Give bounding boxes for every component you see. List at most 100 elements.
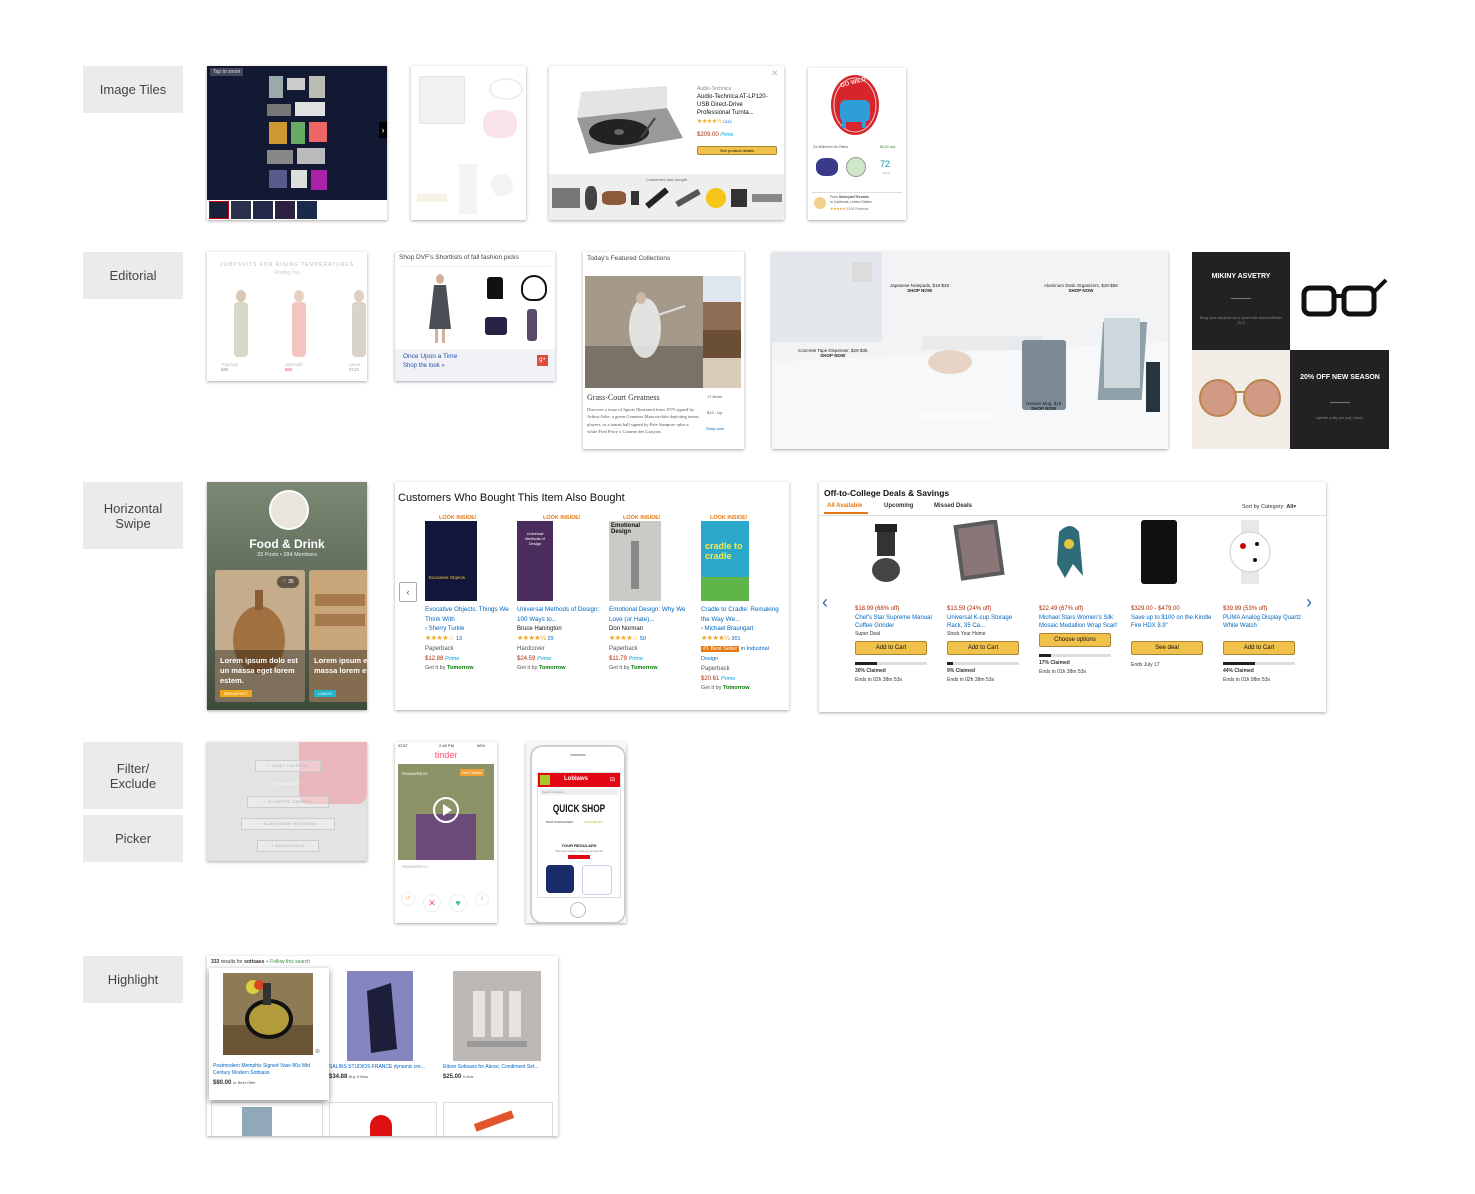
see-product-details-button[interactable]: See product details (697, 146, 777, 155)
book-card[interactable]: LOOK INSIDE! Universal Methods of Design… (517, 515, 603, 673)
book-cover[interactable]: Universal Methods of Design (517, 521, 553, 601)
product-thumbnail[interactable] (674, 188, 701, 208)
promo-panel[interactable]: 20% OFF NEW SEASON slyboké ocílky pro ju… (1290, 350, 1389, 449)
tag-cta[interactable]: SHOP NOW (1031, 406, 1056, 411)
brand-filter-chip[interactable]: + SAINT LAURENT (255, 760, 321, 772)
product-tag[interactable]: Concrete Tape Dispenser, $20-$35 SHOP NOW (798, 348, 867, 358)
item-label[interactable]: Splendid $65 (285, 362, 303, 372)
product-thumbnail[interactable] (705, 188, 726, 208)
section-button[interactable] (568, 855, 590, 859)
listing-image[interactable] (347, 971, 413, 1061)
thumbnail[interactable] (275, 201, 295, 219)
collection-image[interactable] (703, 302, 741, 330)
product-thumbnail[interactable] (751, 194, 782, 202)
thumbnail[interactable] (297, 201, 317, 219)
product-yogurt[interactable] (582, 865, 612, 895)
tag-cta[interactable]: SHOP NOW (907, 288, 932, 293)
product-tag[interactable]: Aluminum Desk Organizers, $18-$58 SHOP NO… (1044, 283, 1118, 293)
editorial-desk-scene[interactable]: Japanese Notepads, $18-$48 SHOP NOW Alumi… (772, 252, 1168, 449)
listing-card[interactable] (329, 1102, 437, 1136)
book-card[interactable]: LOOK INSIDE! cradle to cradle Cradle to … (701, 515, 787, 693)
deal-image[interactable] (869, 520, 903, 584)
listing-card[interactable] (211, 1102, 323, 1136)
patch-thumbnail[interactable] (846, 157, 866, 177)
image-tile-white-products[interactable] (411, 66, 526, 220)
close-icon[interactable]: ✕ (771, 68, 779, 79)
review-count[interactable]: 301 (731, 636, 740, 642)
choose-options-button[interactable]: Choose options (1039, 633, 1111, 647)
thumbnail[interactable] (209, 201, 229, 219)
movie-card[interactable]: TRAINWRECK Get Tickets (398, 764, 494, 860)
see-deal-button[interactable]: See deal (1131, 641, 1203, 655)
deal-title[interactable]: Chef's Star Supreme Manual Coffee Grinde… (855, 614, 937, 630)
picker-loblaws[interactable]: Loblaws ⊟ Search Products QUICK SHOP PAS… (526, 742, 626, 923)
product-thumbnail[interactable] (601, 191, 626, 205)
brand-filter-chip[interactable]: + BALENCIAGA (257, 840, 319, 852)
post-tag[interactable]: BREAKFAST (220, 690, 252, 697)
tab-all-available[interactable]: All Available (827, 503, 862, 509)
collection-image[interactable] (703, 358, 741, 388)
review-count[interactable]: 29 (547, 636, 553, 642)
book-author[interactable]: › Michael Braungart (701, 625, 787, 634)
post-tag[interactable]: LUNCH (314, 690, 336, 697)
tag-cta[interactable]: SHOP NOW (1068, 288, 1093, 293)
deal-title[interactable]: Universal K-cup Storage Rack, 35 Ca... (947, 614, 1029, 630)
tab-past-purchases[interactable]: PAST PURCHASES (546, 820, 573, 824)
listing-card[interactable] (443, 1102, 553, 1136)
deal-image[interactable] (1049, 520, 1089, 584)
thumbnail[interactable] (253, 201, 273, 219)
book-card[interactable]: LOOK INSIDE! Emotional Design Emotional … (609, 515, 695, 673)
deal-title[interactable]: PUMA Analog Display Quartz White Watch (1223, 614, 1305, 630)
dress-image[interactable] (429, 273, 451, 345)
tab-upcoming[interactable]: Upcoming (884, 503, 913, 509)
swipe-food-drink[interactable]: Food & Drink 33 Posts • 284 Members ♡ 35… (207, 482, 367, 710)
item-label[interactable]: Alexa $125 (349, 362, 360, 372)
book-title[interactable]: Emotional Design: Why We Love (or Hate).… (609, 605, 695, 625)
editorial-jumpsuits[interactable]: JUMPSUITS FOR RISING TEMPERATURES Findin… (207, 252, 367, 381)
deal-image[interactable] (1225, 520, 1275, 584)
glasses-image[interactable] (1290, 252, 1389, 350)
book-author[interactable]: Bruce Hanington (517, 625, 603, 634)
image-tile-gaming-collage[interactable]: Tap to zoom › (207, 66, 387, 220)
picker-tinder[interactable]: AT&T 2:48 PM 96% tinder TRAINWRECK Get T… (395, 742, 497, 923)
sneaker-image[interactable] (703, 276, 741, 302)
image-tile-turntable[interactable]: ✕ Audio-Technica Audio-Technica AT-LP120… (549, 66, 784, 220)
google-plus-icon[interactable]: g+ (537, 355, 548, 366)
sort-control[interactable]: Sort by Category: All▾ (1242, 504, 1296, 510)
listing-title[interactable]: Postmodern Memphis Signed Vase 80s Mid C… (213, 1063, 323, 1076)
product-thumbnail[interactable] (730, 189, 747, 207)
highlighted-listing-card[interactable]: ⊕ Postmodern Memphis Signed Vase 80s Mid… (209, 968, 329, 1100)
book-title[interactable]: Universal Methods of Design: 100 Ways to… (517, 605, 603, 625)
bag-image[interactable] (521, 275, 547, 301)
brand-filter-chip[interactable]: HOW ABOUT (261, 779, 313, 789)
brand-filter-chip[interactable]: + GIUSEPPE ZANOTTI (247, 796, 329, 808)
tab-favourites[interactable]: FAVOURITES (584, 820, 603, 824)
shop-now-link[interactable]: Shop now (706, 426, 724, 431)
deal-title[interactable]: Save up to $100 on the Kindle Fire HDX 8… (1131, 614, 1213, 630)
model-image[interactable] (229, 290, 253, 360)
undo-icon[interactable]: ↺ (401, 892, 415, 906)
shop-line[interactable]: From MokeydelThreads (830, 195, 869, 199)
post-card[interactable]: ♡ 35 Lorem ipsum dolo est un massa eget … (215, 570, 305, 702)
clutch-image[interactable] (485, 317, 507, 335)
cart-icon[interactable]: ⊟ (610, 776, 618, 784)
image-tile-patch[interactable]: GO WILD Go Wild Iron On Patch $6.00 usd … (808, 68, 906, 220)
shop-the-look-link[interactable]: Shop the look » (403, 363, 445, 369)
product-title[interactable]: Audio-Technica AT-LP120-USB Direct-Drive… (697, 93, 777, 117)
review-count[interactable]: 1226 Reviews (846, 207, 868, 211)
editorial-dvf[interactable]: Shop DVF's Shortlists of fall fashion pi… (395, 252, 555, 381)
book-author[interactable]: Don Norman (609, 625, 695, 634)
deal-image[interactable] (1141, 520, 1177, 584)
filter-brand-list[interactable]: + SAINT LAURENT HOW ABOUT + GIUSEPPE ZAN… (207, 742, 367, 861)
chevron-left-icon[interactable]: ‹ (822, 592, 828, 613)
swipe-customers-also-bought[interactable]: Customers Who Bought This Item Also Boug… (395, 482, 789, 710)
product-thumbnail[interactable] (644, 187, 669, 209)
brand-filter-chip[interactable]: + ALEXANDER MCQUEEN (241, 818, 335, 830)
like-button[interactable]: ♡ 35 (277, 576, 299, 588)
dislike-icon[interactable]: ✕ (423, 894, 441, 912)
book-author[interactable]: › Sherry Turkle (425, 625, 511, 634)
deal-image[interactable] (953, 519, 1005, 584)
deal-title[interactable]: Michael Stars Women's Silk Mosaic Medall… (1039, 614, 1121, 630)
book-title[interactable]: Evocative Objects: Things We Think With (425, 605, 511, 625)
patch-thumbnail[interactable] (816, 158, 838, 176)
